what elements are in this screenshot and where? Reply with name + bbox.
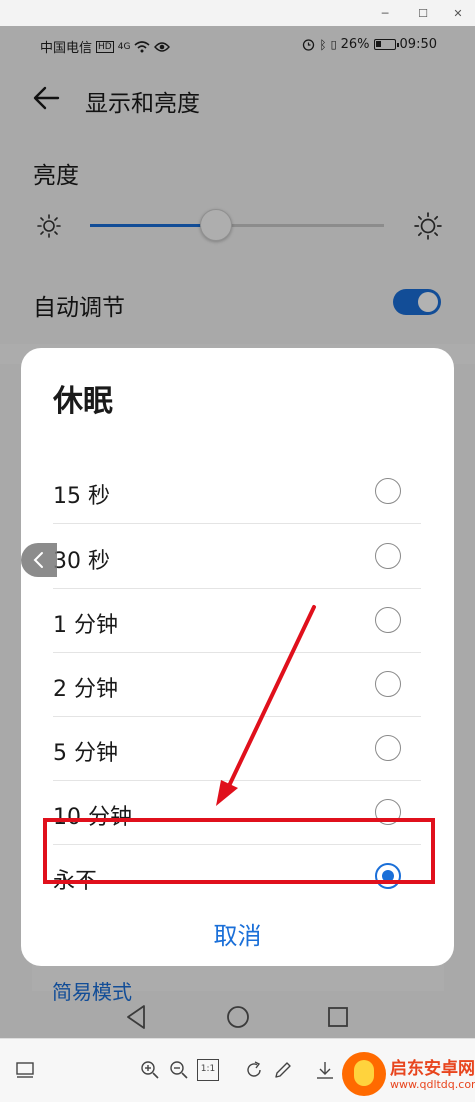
cancel-button[interactable]: 取消 (21, 916, 454, 951)
option-label: 30 秒 (53, 549, 110, 574)
zoom-out-icon[interactable] (168, 1059, 190, 1081)
option-label: 15 秒 (53, 484, 110, 509)
watermark-url: www.qdltdq.com (390, 1078, 475, 1091)
download-icon[interactable] (314, 1059, 336, 1081)
watermark-logo (342, 1052, 386, 1096)
zoom-in-icon[interactable] (139, 1059, 161, 1081)
radio-button[interactable] (375, 543, 401, 569)
sleep-option-2min[interactable]: 2 分钟 (53, 653, 421, 717)
dialog-title: 休眠 (53, 384, 113, 419)
sleep-option-30s[interactable]: 30 秒 (53, 525, 421, 589)
phone-screen: 中国电信 HD 4G ᛒ ▯ 26% 09:50 显示和亮度 亮度 自动调节 简… (0, 26, 475, 1038)
sleep-option-1min[interactable]: 1 分钟 (53, 589, 421, 653)
minimize-icon[interactable]: ─ (367, 0, 403, 26)
watermark-name: 启东安卓网 (390, 1059, 475, 1079)
radio-button[interactable] (375, 735, 401, 761)
option-label: 1 分钟 (53, 613, 118, 638)
edit-pencil-icon[interactable] (272, 1059, 294, 1081)
viewer-title-bar: ─ ☐ ✕ (0, 0, 475, 26)
radio-button[interactable] (375, 671, 401, 697)
actual-size-button[interactable]: 1:1 (197, 1059, 219, 1081)
site-watermark: 启东安卓网 www.qdltdq.com (342, 1046, 475, 1102)
radio-button[interactable] (375, 607, 401, 633)
side-panel-handle[interactable] (21, 543, 57, 577)
radio-button[interactable] (375, 478, 401, 504)
sleep-option-5min[interactable]: 5 分钟 (53, 717, 421, 781)
rotate-icon[interactable] (243, 1059, 265, 1081)
option-label: 5 分钟 (53, 741, 118, 766)
highlight-box (43, 818, 435, 884)
close-icon[interactable]: ✕ (440, 0, 475, 26)
option-label: 2 分钟 (53, 677, 118, 702)
thumbnail-icon[interactable] (14, 1059, 36, 1081)
chevron-left-icon (33, 552, 43, 568)
sleep-option-15s[interactable]: 15 秒 (53, 460, 421, 524)
maximize-icon[interactable]: ☐ (405, 0, 441, 26)
